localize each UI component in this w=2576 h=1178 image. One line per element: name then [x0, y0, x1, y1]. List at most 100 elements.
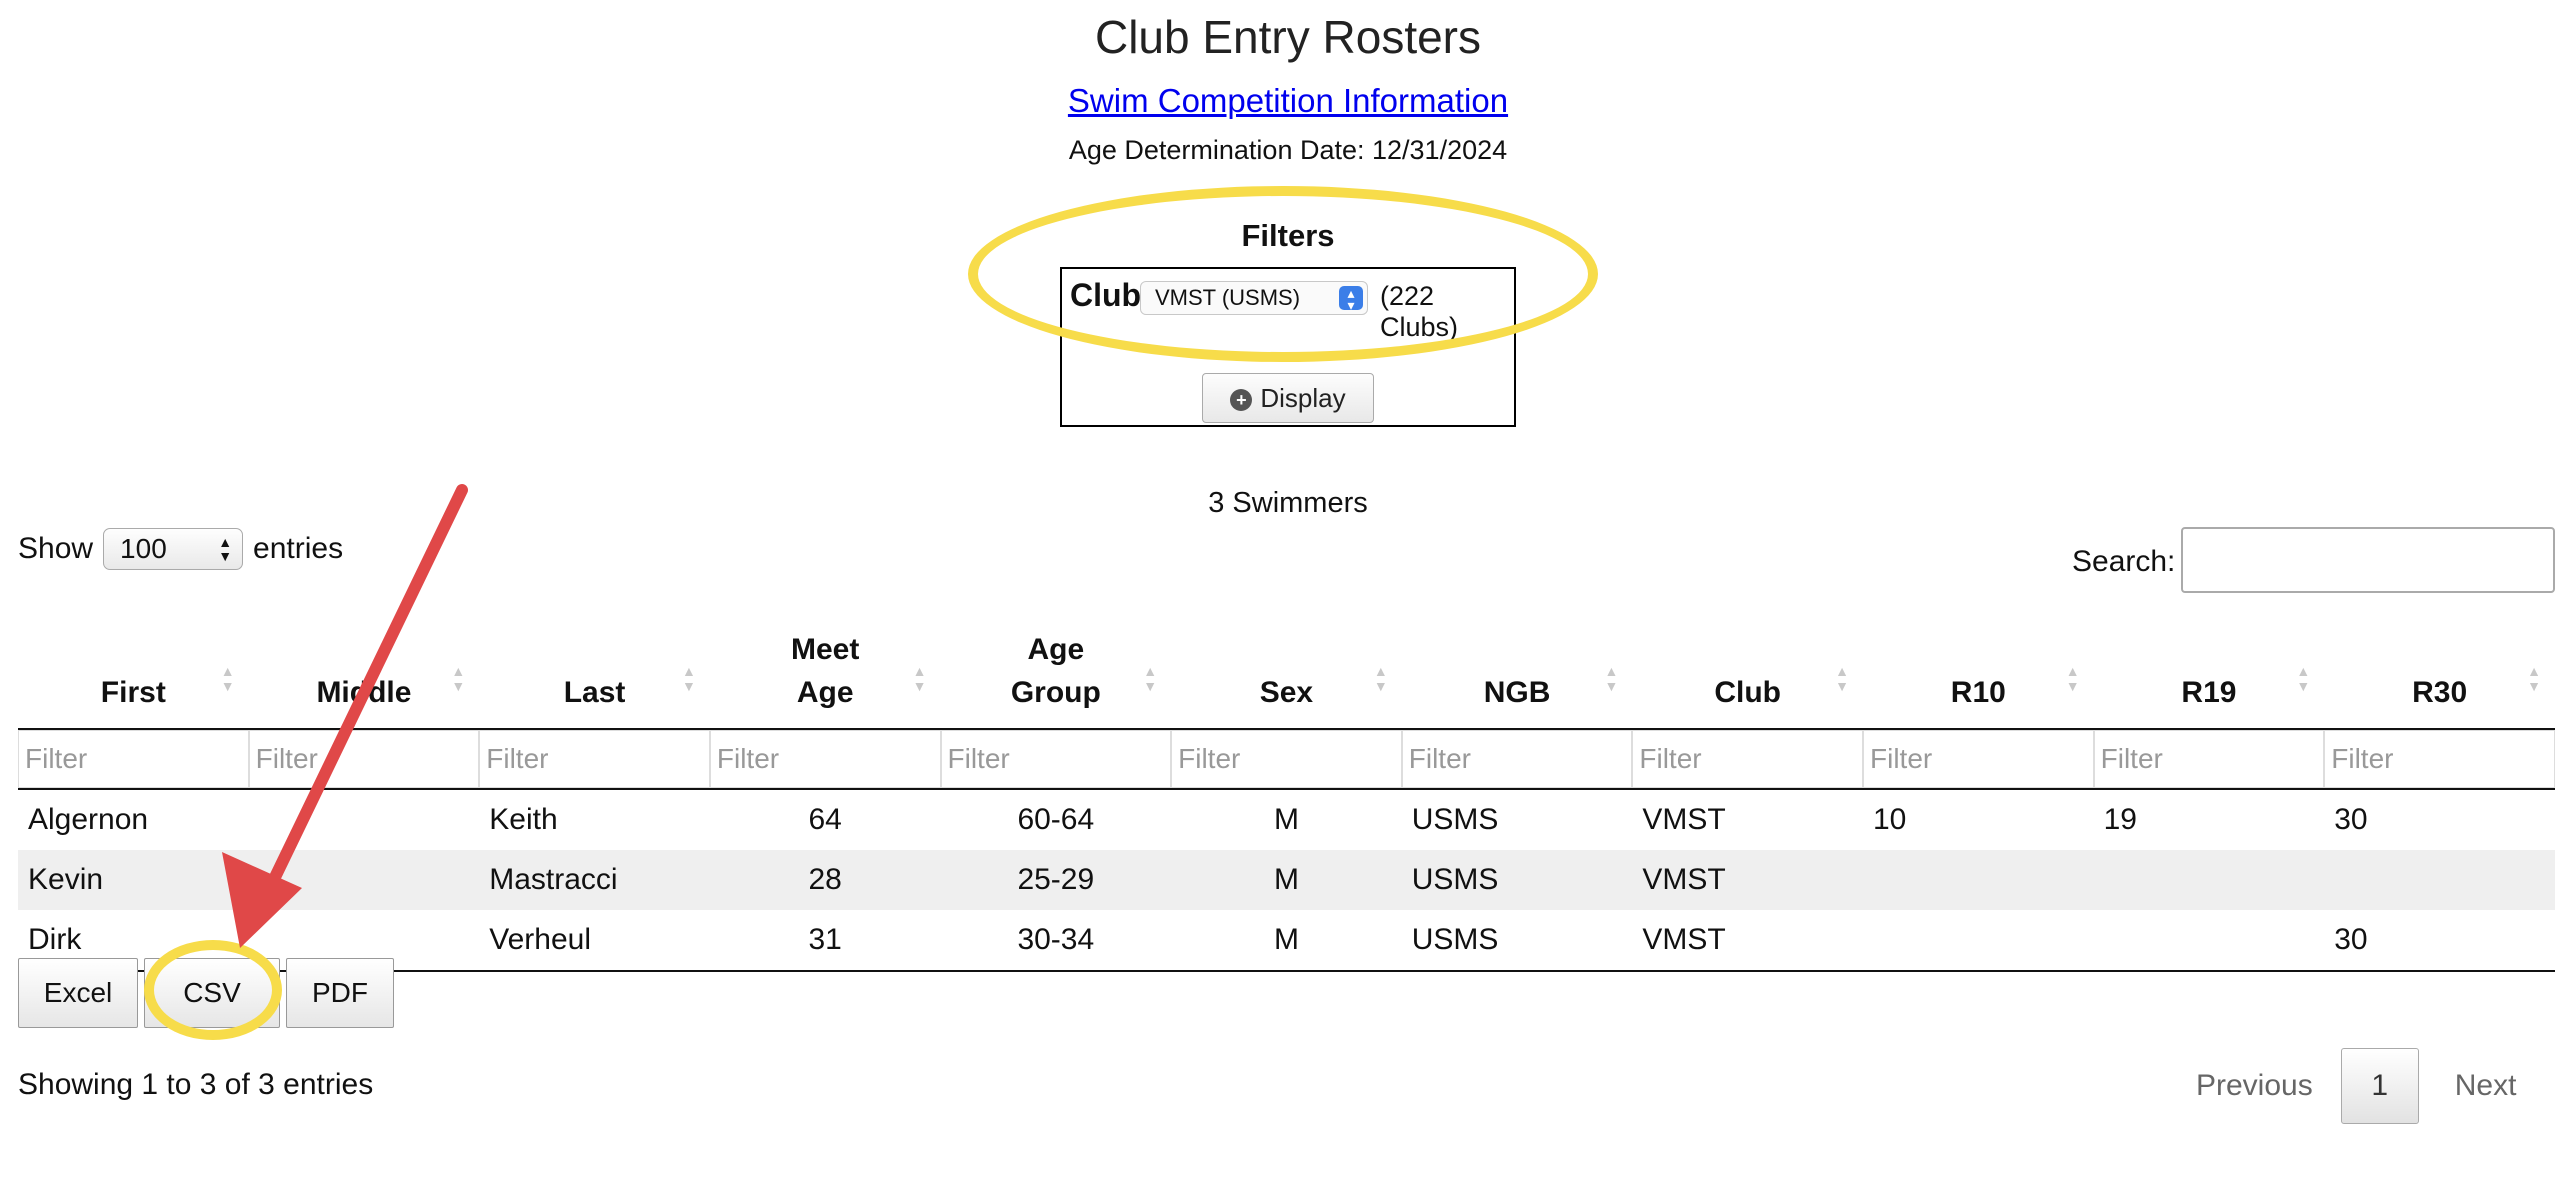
display-button-label: Display	[1260, 383, 1346, 413]
column-filter-input-first[interactable]: Filter	[18, 730, 249, 788]
page-1-button[interactable]: 1	[2340, 1048, 2419, 1124]
table-cell	[1863, 850, 2094, 910]
next-page-button[interactable]: Next	[2419, 1069, 2517, 1103]
sort-icon: ▲ ▼	[451, 663, 466, 694]
filters-panel: Club VMST (USMS) ▴ ▾ (222 Clubs) + Display	[1060, 267, 1516, 427]
table-cell: 19	[2103, 803, 2137, 836]
column-header-line2: Sex	[1259, 676, 1314, 709]
table-cell	[2093, 850, 2325, 910]
select-arrows-icon: ▴ ▾	[1339, 286, 1363, 312]
page-title: Club Entry Rosters	[1094, 11, 1481, 63]
table-cell: 25-29	[940, 850, 1172, 910]
column-filter-input-sex[interactable]: Filter	[1171, 730, 1402, 788]
pagination: Previous 1 Next	[2168, 1048, 2516, 1124]
excel-button[interactable]: Excel	[18, 958, 138, 1028]
table-cell: 30	[2334, 803, 2368, 836]
search-input[interactable]	[2181, 527, 2555, 593]
table-cell: 30-34	[940, 910, 1172, 972]
column-filter-input-ngb[interactable]: Filter	[1401, 730, 1633, 788]
column-header-line2: Middle	[316, 676, 412, 709]
filter-cell: Filter	[940, 729, 1172, 790]
table-cell: Verheul	[479, 910, 710, 972]
filter-cell: Filter	[1863, 729, 2094, 790]
filter-cell: Filter	[1632, 729, 1863, 790]
column-header-middle[interactable]: Middle ▲ ▼	[248, 612, 480, 730]
page: Club Entry Rosters Swim Competition Info…	[0, 0, 2576, 1178]
column-header-r19[interactable]: R19 ▲ ▼	[2093, 612, 2325, 730]
sort-icon: ▲ ▼	[1604, 663, 1619, 694]
column-header-first[interactable]: First ▲ ▼	[18, 612, 249, 730]
pdf-button[interactable]: PDF	[286, 958, 394, 1028]
updown-arrows-icon: ▲ ▼	[218, 534, 233, 564]
table-cell: Mastracci	[479, 850, 710, 910]
column-header-line1: Age	[1027, 633, 1085, 666]
column-filter-input-last[interactable]: Filter	[479, 730, 710, 788]
competition-info-link[interactable]: Swim Competition Information	[1068, 82, 1508, 119]
column-header-line1: Meet	[791, 633, 860, 666]
table-cell	[248, 850, 480, 910]
filter-cell: Filter	[1401, 729, 1633, 790]
table-cell: VMST	[1642, 803, 1726, 836]
column-header-line2: First	[100, 676, 166, 709]
club-select-value: VMST (USMS)	[1155, 285, 1301, 310]
swimmer-count: 3 Swimmers	[1208, 487, 1368, 519]
filters-title: Filters	[1241, 218, 1335, 253]
filter-cell: Filter	[709, 729, 941, 790]
entries-label: entries	[253, 532, 344, 565]
column-header-ngb[interactable]: NGB ▲ ▼	[1401, 612, 1633, 730]
filter-cell: Filter	[18, 729, 249, 790]
column-filter-input-r10[interactable]: Filter	[1863, 730, 2094, 788]
table-cell: VMST	[1632, 850, 1863, 910]
filter-cell: Filter	[248, 729, 480, 790]
table-cell: M	[1171, 850, 1402, 910]
table-cell	[1863, 910, 2094, 972]
column-header-line2: R19	[2181, 676, 2237, 709]
table-cell: USMS	[1401, 850, 1633, 910]
column-filter-input-r19[interactable]: Filter	[2093, 730, 2325, 788]
entries-length-value: 100	[120, 533, 167, 564]
sort-icon: ▲ ▼	[1143, 663, 1158, 694]
sort-icon: ▲ ▼	[1373, 663, 1388, 694]
column-header-sex[interactable]: Sex ▲ ▼	[1171, 612, 1402, 730]
table-cell: 64	[808, 803, 842, 836]
filter-cell: Filter	[2324, 729, 2555, 790]
table-cell: M	[1273, 803, 1299, 836]
sort-icon: ▲ ▼	[912, 663, 927, 694]
column-filter-input-age-group[interactable]: Filter	[940, 730, 1172, 788]
column-header-last[interactable]: Last ▲ ▼	[479, 612, 710, 730]
column-header-line2: NGB	[1483, 676, 1551, 709]
table-cell: 10	[1873, 803, 1907, 836]
filter-cell: Filter	[2093, 729, 2325, 790]
club-select[interactable]: VMST (USMS) ▴ ▾	[1140, 281, 1368, 315]
column-header-club[interactable]: Club ▲ ▼	[1632, 612, 1863, 730]
table-row: Algernon Keith 64 60-64 M USMS VMST 10 19 30	[18, 789, 2555, 850]
column-filter-input-middle[interactable]: Filter	[248, 730, 480, 788]
table-cell	[2324, 850, 2555, 910]
column-header-meet-age[interactable]: Meet Age ▲ ▼	[709, 612, 941, 730]
search-label: Search:	[2072, 545, 2176, 578]
plus-circle-icon: +	[1230, 389, 1253, 412]
club-label: Club	[1070, 277, 1142, 313]
table-cell	[2093, 910, 2325, 972]
column-header-age-group[interactable]: Age Group ▲ ▼	[940, 612, 1172, 730]
column-filter-input-club[interactable]: Filter	[1632, 730, 1863, 788]
column-header-line2: Last	[563, 676, 626, 709]
column-filter-input-r30[interactable]: Filter	[2324, 730, 2555, 788]
sort-icon: ▲ ▼	[2527, 663, 2541, 694]
export-buttons: Excel CSV PDF	[18, 958, 400, 1028]
filter-cell: Filter	[479, 729, 710, 790]
display-button[interactable]: + Display	[1202, 373, 1374, 423]
entries-length-select[interactable]: 100 ▲ ▼	[103, 528, 244, 570]
column-header-r10[interactable]: R10 ▲ ▼	[1863, 612, 2094, 730]
column-header-line2: Club	[1714, 676, 1782, 709]
column-header-r30[interactable]: R30 ▲ ▼	[2324, 612, 2555, 730]
csv-button[interactable]: CSV	[144, 958, 280, 1028]
table-cell	[249, 789, 480, 850]
column-header-line2: R30	[2412, 676, 2468, 709]
table-cell: M	[1171, 910, 1402, 972]
sort-icon: ▲ ▼	[1835, 663, 1849, 694]
column-filter-input-meet-age[interactable]: Filter	[709, 730, 941, 788]
roster-table: First ▲ ▼ Middle ▲ ▼ Last ▲ ▼ Meet Age ▲ ▼ Age Group ▲ ▼…	[18, 612, 2555, 972]
previous-page-button[interactable]: Previous	[2168, 1069, 2341, 1103]
length-control: Show 100 ▲ ▼ entries	[18, 528, 343, 570]
